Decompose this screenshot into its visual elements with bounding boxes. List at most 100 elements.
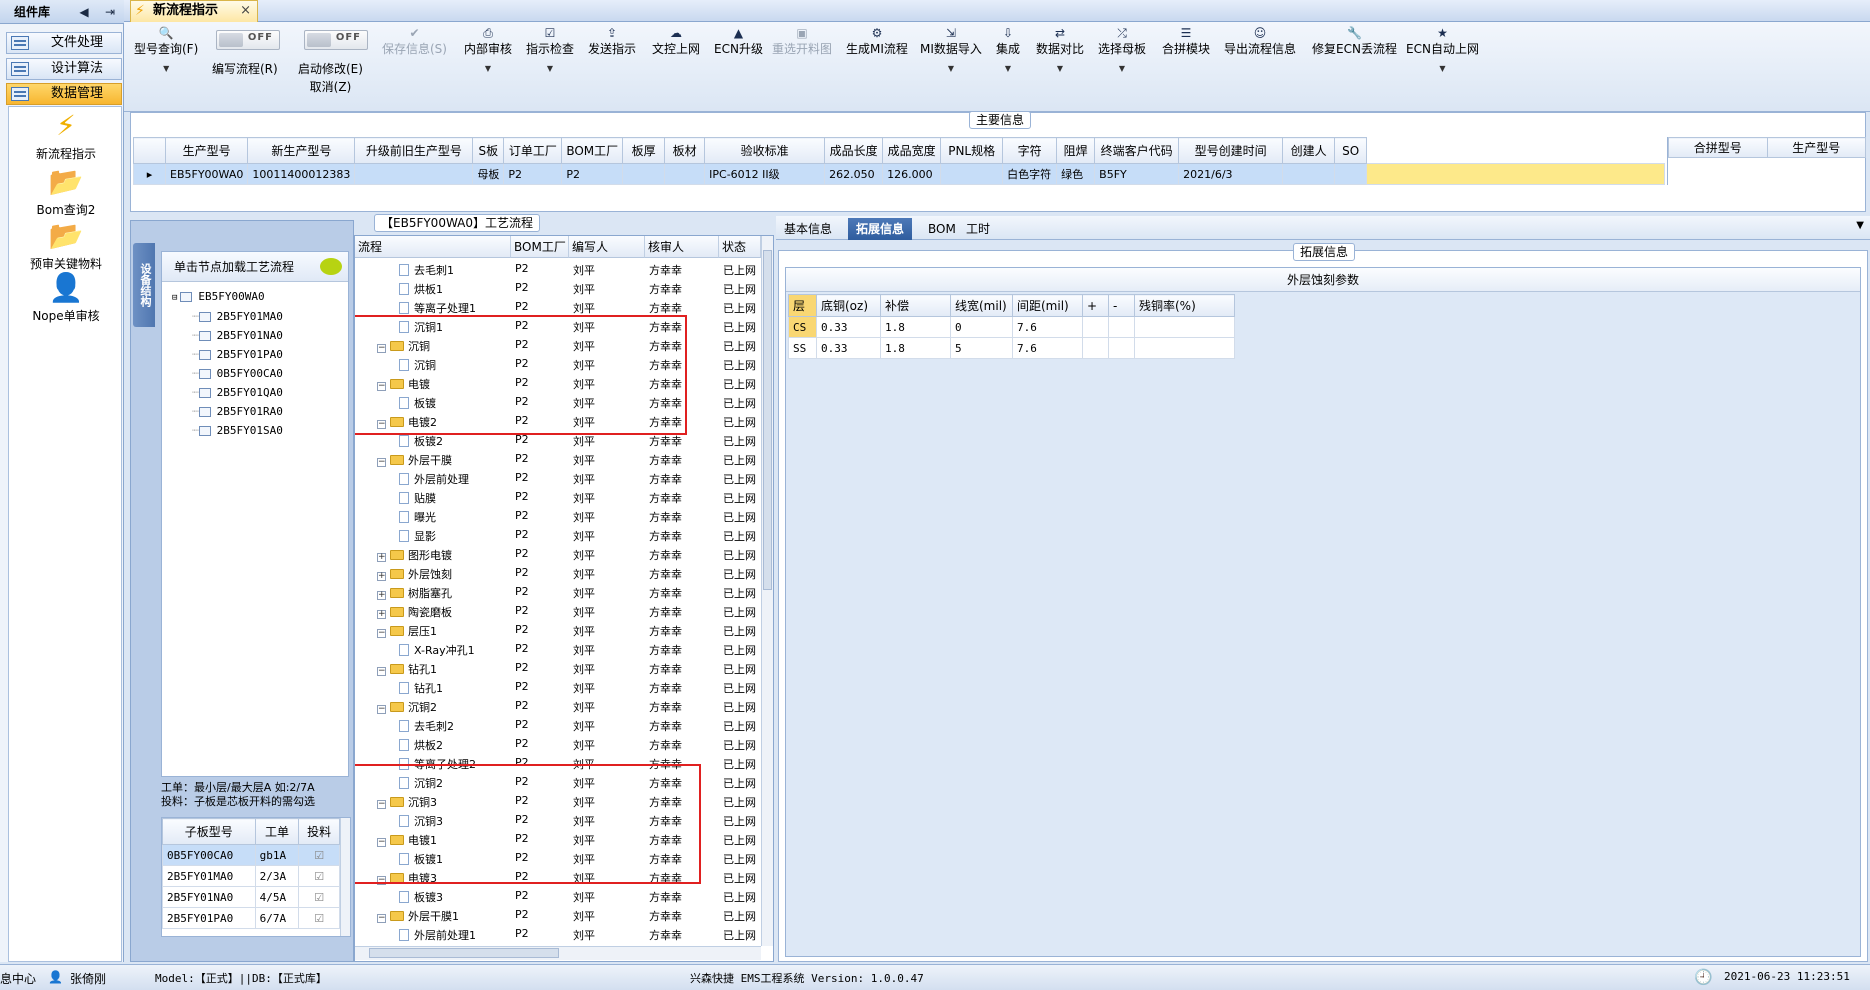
cell[interactable]: EB5FY00WA0 [164, 163, 249, 185]
flow-row[interactable]: 显影 P2 刘平 方幸幸 已上网 [355, 526, 761, 545]
header-cell[interactable]: 间距(mil) [1012, 294, 1083, 317]
feed-checkbox[interactable]: ☑ [298, 865, 340, 887]
flow-scroll-thumb[interactable] [763, 250, 772, 590]
flow-row[interactable]: 贴膜 P2 刘平 方幸幸 已上网 [355, 488, 761, 507]
cell[interactable] [1082, 337, 1109, 359]
flow-hscroll-thumb[interactable] [369, 948, 559, 958]
cell[interactable]: 7.6 [1012, 337, 1083, 359]
tab-extended-info[interactable]: 拓展信息 [848, 218, 913, 240]
cell[interactable]: 白色字符 [1002, 163, 1058, 185]
table-row[interactable]: 2B5FY01NA0 4/5A ☑ [162, 886, 340, 908]
header-cell[interactable]: 线宽(mil) [950, 294, 1013, 317]
cell[interactable] [1134, 337, 1235, 359]
close-icon[interactable]: × [240, 1, 251, 21]
header-cell[interactable]: 订单工厂 [503, 137, 563, 164]
header-cell[interactable]: 阻焊 [1056, 137, 1096, 164]
flow-row[interactable]: + 图形电镀 P2 刘平 方幸幸 已上网 [355, 545, 761, 564]
edit-flow-toggle[interactable]: OFF [216, 30, 280, 50]
flow-row[interactable]: 曝光 P2 刘平 方幸幸 已上网 [355, 507, 761, 526]
flow-row[interactable]: 去毛刺1 P2 刘平 方幸幸 已上网 [355, 260, 761, 279]
tab-work-hours[interactable]: 工时 [958, 218, 998, 240]
tree-child-node[interactable]: ┈ 2B5FY01NA0 [192, 329, 283, 342]
header-cell[interactable]: - [1108, 294, 1135, 317]
item-nope-review[interactable]: 👤 Nope单审核 [9, 271, 123, 324]
cell[interactable] [1282, 163, 1336, 185]
flow-row[interactable]: X-Ray冲孔1 P2 刘平 方幸幸 已上网 [355, 640, 761, 659]
col-bom-factory[interactable]: BOM工厂 [511, 236, 569, 258]
flow-row[interactable]: 外层前处理1 P2 刘平 方幸幸 已上网 [355, 925, 761, 944]
flow-row[interactable]: − 外层干膜1 P2 刘平 方幸幸 已上网 [355, 906, 761, 925]
header-cell[interactable]: 板厚 [622, 137, 666, 164]
header-cell[interactable]: 层 [788, 294, 817, 317]
cell[interactable] [940, 163, 1004, 185]
cell[interactable]: 10011400012383 [247, 163, 356, 185]
table-row[interactable]: CS 0.33 1.8 0 7.6 [788, 316, 1235, 338]
cell[interactable] [664, 163, 706, 185]
header-cell[interactable]: 终端客户代码 [1094, 137, 1180, 164]
header-cell[interactable]: PNL规格 [940, 137, 1004, 164]
item-new-flow[interactable]: ⚡ 新流程指示 [9, 109, 123, 162]
merge-module-button[interactable]: ☰ 合拼模块 [1162, 26, 1210, 58]
cell[interactable]: 2021/6/3 [1178, 163, 1284, 185]
feed-checkbox[interactable]: ☑ [298, 844, 340, 866]
flow-vertical-scrollbar[interactable] [761, 236, 773, 946]
flow-row[interactable]: + 树脂塞孔 P2 刘平 方幸幸 已上网 [355, 583, 761, 602]
cell[interactable] [1134, 316, 1235, 338]
feed-checkbox[interactable]: ☑ [298, 886, 340, 908]
feed-checkbox[interactable]: ☑ [298, 907, 340, 929]
cell[interactable]: SS [788, 337, 817, 359]
cell[interactable]: P2 [503, 163, 563, 185]
header-cell[interactable]: 补偿 [880, 294, 951, 317]
header-cell[interactable]: BOM工厂 [561, 137, 624, 164]
tree-child-node[interactable]: ┈ 2B5FY01SA0 [192, 424, 283, 437]
table-row[interactable]: 2B5FY01PA0 6/7A ☑ [162, 907, 340, 929]
cell[interactable] [1082, 316, 1109, 338]
cell[interactable]: 1.8 [880, 316, 951, 338]
flow-row[interactable]: 板镀3 P2 刘平 方幸幸 已上网 [355, 887, 761, 906]
table-row[interactable]: 2B5FY01MA0 2/3A ☑ [162, 865, 340, 887]
cell[interactable] [1108, 316, 1135, 338]
header-cell[interactable]: 新生产型号 [247, 137, 356, 164]
tree-child-node[interactable]: ┈ 2B5FY01RA0 [192, 405, 283, 418]
merge-button[interactable]: ⇩ 集成 ▼ [996, 26, 1020, 80]
header-cell[interactable]: 残铜率(%) [1134, 294, 1235, 317]
header-cell[interactable]: 板材 [664, 137, 706, 164]
flow-row[interactable]: − 沉铜2 P2 刘平 方幸幸 已上网 [355, 697, 761, 716]
tree-child-node[interactable]: ┈ 0B5FY00CA0 [192, 367, 283, 380]
tree-child-node[interactable]: ┈ 2B5FY01MA0 [192, 310, 283, 323]
pin-icon[interactable]: ⇥ [100, 2, 120, 22]
send-instruction-button[interactable]: ⇪ 发送指示 [588, 26, 636, 58]
tree-root-node[interactable]: ⊟ EB5FY00WA0 [172, 290, 265, 303]
cell[interactable] [354, 163, 474, 185]
cell[interactable] [1334, 163, 1368, 185]
model-query-button[interactable]: 🔍 型号查询(F) ▼ [134, 26, 198, 80]
tab-new-flow[interactable]: ⚡ 新流程指示 × [130, 0, 258, 22]
save-info-button[interactable]: ✔ 保存信息(S) [382, 26, 447, 58]
header-cell[interactable]: S板 [472, 137, 505, 164]
item-prereview-material[interactable]: 📂 预审关键物料 [9, 219, 123, 272]
cell[interactable]: 262.050 [824, 163, 884, 185]
cell[interactable]: 母板 [472, 163, 505, 185]
header-cell[interactable]: 成品长度 [824, 137, 884, 164]
item-bom-query[interactable]: 📂 Bom查询2 [9, 165, 123, 218]
menu-design-algorithm[interactable]: 设计算法 [6, 58, 122, 80]
menu-data-management[interactable]: 数据管理 [6, 83, 122, 105]
cell[interactable]: 7.6 [1012, 316, 1083, 338]
header-cell[interactable]: 成品宽度 [882, 137, 942, 164]
menu-file-processing[interactable]: 文件处理 [6, 32, 122, 54]
select-master-button[interactable]: ⤮ 选择母板 ▼ [1098, 26, 1146, 80]
tab-basic-info[interactable]: 基本信息 [776, 218, 840, 240]
flow-row[interactable]: 去毛刺2 P2 刘平 方幸幸 已上网 [355, 716, 761, 735]
header-cell[interactable]: 底铜(oz) [816, 294, 881, 317]
export-flow-button[interactable]: ☺ 导出流程信息 [1224, 26, 1296, 58]
flow-row[interactable]: + 外层蚀刻 P2 刘平 方幸幸 已上网 [355, 564, 761, 583]
cell[interactable]: 绿色 [1056, 163, 1096, 185]
cell[interactable]: 5 [950, 337, 1013, 359]
flow-row[interactable]: − 层压1 P2 刘平 方幸幸 已上网 [355, 621, 761, 640]
col-writer[interactable]: 编写人 [569, 236, 645, 258]
repair-ecn-button[interactable]: 🔧 修复ECN丢流程 [1312, 26, 1397, 58]
cell[interactable]: 126.000 [882, 163, 942, 185]
cell[interactable]: 0.33 [816, 337, 881, 359]
col-status[interactable]: 状态 [719, 236, 761, 258]
tab-device-structure[interactable]: 设备结构 [133, 243, 155, 327]
